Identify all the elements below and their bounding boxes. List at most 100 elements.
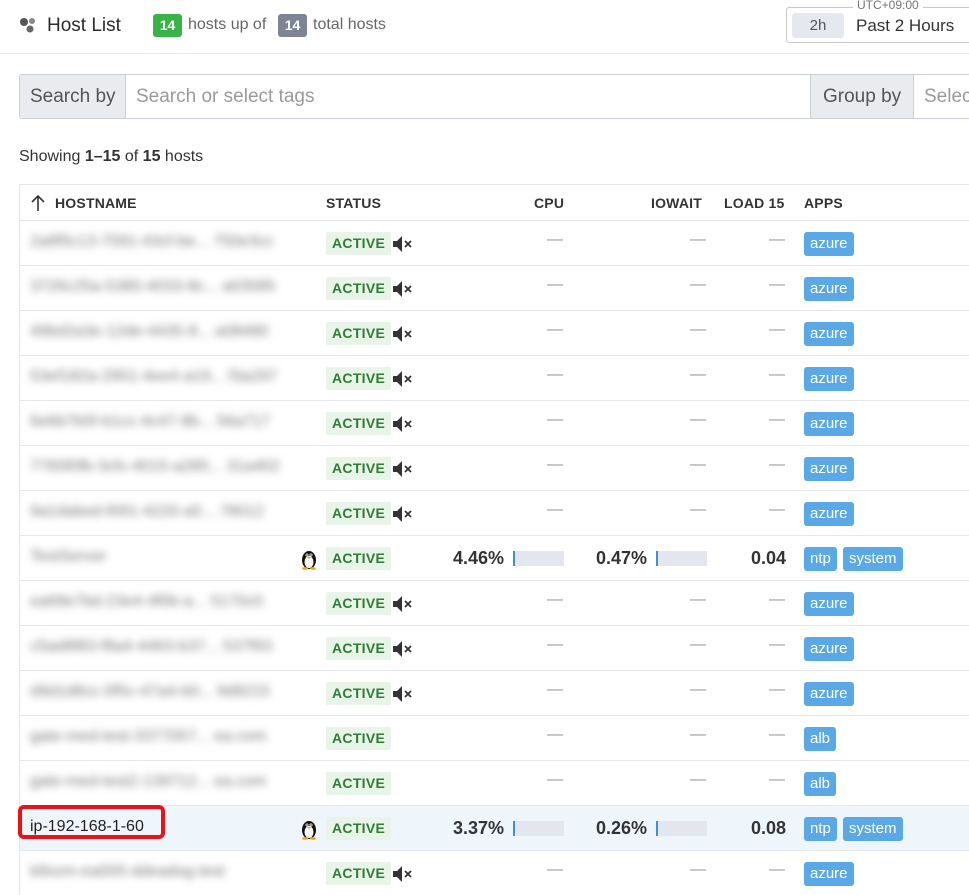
table-row[interactable]: ip-192-168-1-60 ACTIVE 3.37% 0.26% 0.08 ntp sy… <box>18 805 969 851</box>
table-row[interactable]: 2a8f5c13-7591-43cf-be... 750e3cc ACTIVE — —… <box>20 221 969 266</box>
app-tag[interactable]: alb <box>804 772 837 796</box>
iowait-value: 0.47% <box>595 548 647 568</box>
cpu-value: — <box>547 501 563 518</box>
status-badge: ACTIVE <box>326 682 392 705</box>
hostname-cell[interactable]: 49bd2a3e-12de-4435-8... a08480 <box>30 323 268 341</box>
hostname-cell[interactable]: 9a1dabed-f091-4220-a5... 78012 <box>30 503 264 521</box>
hostname-cell[interactable]: 3726c25a-5380-4033-8c... a03585 <box>30 278 276 296</box>
app-tag[interactable]: azure <box>804 412 854 436</box>
speaker-muted-icon[interactable] <box>391 864 413 884</box>
hostname-cell[interactable]: ea68e7bd-23e4-4f0b-a... 5170c0 <box>30 593 263 611</box>
hostname-cell[interactable]: 53ef182a-2951-4ee4-a19... f3a297 <box>30 368 277 386</box>
hostname-cell[interactable]: gate-med-test-3377057... ea.com <box>30 728 267 746</box>
table-row[interactable]: d9d1d8cc-0f5c-47a4-b0... 9d8215 ACTIVE — — —… <box>20 671 969 716</box>
load15-value: — <box>769 681 785 698</box>
app-tag[interactable]: azure <box>804 322 854 346</box>
iowait-bar-fill <box>656 821 658 836</box>
table-row[interactable]: 6e6b7b5f-b1cc-4c47-8b... 56a717 ACTIVE — — —… <box>20 401 969 446</box>
app-tag[interactable]: azure <box>804 592 854 616</box>
speaker-muted-icon[interactable] <box>391 324 413 344</box>
speaker-muted-icon[interactable] <box>391 684 413 704</box>
hostname-cell[interactable]: gate-med-test2-139712... ea.com <box>30 773 267 791</box>
app-tag[interactable]: ntp <box>804 547 837 571</box>
column-hostname[interactable]: HOSTNAME <box>55 195 137 211</box>
cpu-value: — <box>547 366 563 383</box>
hostname-cell[interactable]: TestServer <box>30 548 106 566</box>
cpu-value: — <box>547 321 563 338</box>
app-tag[interactable]: azure <box>804 232 854 256</box>
table-row[interactable]: gate-med-test-3377057... ea.com ACTIVE — — —… <box>20 716 969 761</box>
table-row[interactable]: 53ef182a-2951-4ee4-a19... f3a297 ACTIVE — —… <box>20 356 969 401</box>
table-row[interactable]: 9a1dabed-f091-4220-a5... 78012 ACTIVE — — — a… <box>20 491 969 536</box>
speaker-muted-icon[interactable] <box>391 414 413 434</box>
hostname-cell[interactable]: 2a8f5c13-7591-43cf-be... 750e3cc <box>30 233 274 251</box>
load15-value: — <box>769 501 785 518</box>
table-header: HOSTNAME STATUS CPU IOWAIT LOAD 15 APPS <box>20 185 969 221</box>
iowait-value: — <box>690 861 706 878</box>
timezone-label: UTC+09:00 <box>853 0 923 12</box>
hosts-total-text: total hosts <box>313 16 386 33</box>
app-tag[interactable]: azure <box>804 637 854 661</box>
table-row[interactable]: 7765f0fb-3cfc-4015-a285... 31a402 ACTIVE —… <box>20 446 969 491</box>
app-tag[interactable]: ntp <box>804 817 837 841</box>
load15-value: — <box>769 231 785 248</box>
hostname-cell[interactable]: d9d1d8cc-0f5c-47a4-b0... 9d8215 <box>30 683 270 701</box>
column-cpu[interactable]: CPU <box>534 195 564 211</box>
table-row[interactable]: ea68e7bd-23e4-4f0b-a... 5170c0 ACTIVE — — — a… <box>20 581 969 626</box>
speaker-muted-icon[interactable] <box>391 279 413 299</box>
cpu-value: — <box>547 861 563 878</box>
speaker-muted-icon[interactable] <box>391 369 413 389</box>
iowait-value: — <box>690 366 706 383</box>
load15-value: 0.04 <box>750 548 786 568</box>
cpu-value: 4.46% <box>452 548 504 568</box>
app-tag[interactable]: azure <box>804 682 854 706</box>
hostname-cell[interactable]: c5ad8f83-f8a4-4463-b37... 537f93 <box>30 638 272 656</box>
iowait-value: — <box>690 411 706 428</box>
app-tag[interactable]: alb <box>804 727 837 751</box>
speaker-muted-icon[interactable] <box>391 459 413 479</box>
speaker-muted-icon[interactable] <box>391 639 413 659</box>
group-by-label: Group by <box>810 75 914 118</box>
table-row[interactable]: gate-med-test2-139712... ea.com ACTIVE — — —… <box>20 761 969 806</box>
speaker-muted-icon[interactable] <box>391 234 413 254</box>
column-status[interactable]: STATUS <box>326 195 381 211</box>
table-row[interactable]: c5ad8f83-f8a4-4463-b37... 537f93 ACTIVE — —… <box>20 626 969 671</box>
host-table: HOSTNAME STATUS CPU IOWAIT LOAD 15 APPS … <box>18 184 969 895</box>
hostname-cell[interactable]: 7765f0fb-3cfc-4015-a285... 31a402 <box>30 458 280 476</box>
column-load15[interactable]: LOAD 15 <box>724 195 785 211</box>
app-tag[interactable]: azure <box>804 277 854 301</box>
table-row[interactable]: k8svm-ea005-ddeadog-test ACTIVE — — — azure <box>20 851 969 895</box>
status-badge: ACTIVE <box>326 502 392 525</box>
app-tag[interactable]: azure <box>804 862 854 886</box>
iowait-bar <box>656 551 707 566</box>
time-range-chip[interactable]: 2h <box>792 13 844 38</box>
cpu-value: — <box>547 636 563 653</box>
iowait-value: — <box>690 231 706 248</box>
load15-value: — <box>769 726 785 743</box>
summary-suffix: hosts <box>164 148 204 165</box>
table-row[interactable]: TestServer ACTIVE 4.46% 0.47% 0.04 ntp system <box>20 536 969 581</box>
status-badge: ACTIVE <box>326 277 392 300</box>
app-tag[interactable]: azure <box>804 457 854 481</box>
arrow-up-icon[interactable] <box>30 194 46 212</box>
time-range-label[interactable]: Past 2 Hours <box>856 16 954 36</box>
cpu-value: — <box>547 591 563 608</box>
hostname-cell[interactable]: 6e6b7b5f-b1cc-4c47-8b... 56a717 <box>30 413 270 431</box>
app-tag[interactable]: azure <box>804 367 854 391</box>
iowait-value: — <box>690 456 706 473</box>
summary-prefix: Showing <box>19 148 81 165</box>
speaker-muted-icon[interactable] <box>391 594 413 614</box>
app-tag[interactable]: system <box>843 817 903 841</box>
hostname-cell[interactable]: k8svm-ea005-ddeadog-test <box>30 863 225 881</box>
app-tag[interactable]: system <box>843 547 903 571</box>
speaker-muted-icon[interactable] <box>391 504 413 524</box>
column-iowait[interactable]: IOWAIT <box>651 195 702 211</box>
status-badge: ACTIVE <box>326 232 392 255</box>
table-row[interactable]: 49bd2a3e-12de-4435-8... a08480 ACTIVE — — — a… <box>20 311 969 356</box>
group-by-input[interactable] <box>915 75 969 118</box>
column-apps[interactable]: APPS <box>804 195 843 211</box>
cpu-value: — <box>547 681 563 698</box>
table-row[interactable]: 3726c25a-5380-4033-8c... a03585 ACTIVE — — —… <box>20 266 969 311</box>
search-input[interactable] <box>127 75 809 118</box>
app-tag[interactable]: azure <box>804 502 854 526</box>
